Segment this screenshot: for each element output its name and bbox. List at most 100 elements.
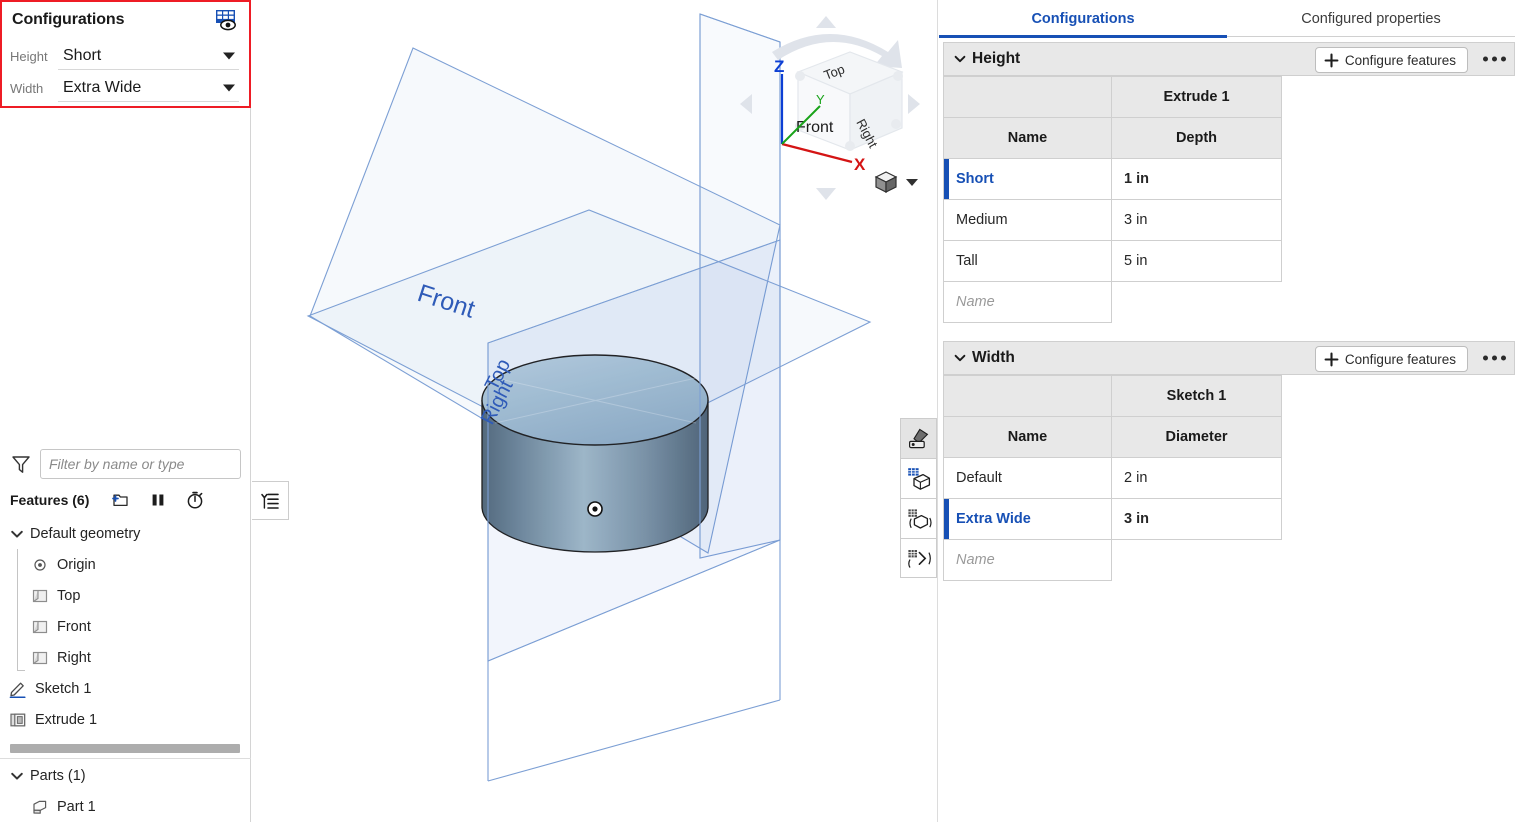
section-view-icon[interactable] bbox=[900, 458, 937, 498]
stopwatch-icon[interactable] bbox=[185, 490, 205, 510]
new-configuration-name-input[interactable]: Name bbox=[943, 539, 1112, 581]
svg-text:Y: Y bbox=[816, 92, 825, 107]
table-row[interactable]: Short 1 in bbox=[943, 158, 1282, 200]
table-column-value: Diameter bbox=[1111, 416, 1282, 458]
table-row[interactable]: Tall 5 in bbox=[943, 240, 1282, 282]
table-column-name: Name bbox=[943, 117, 1112, 159]
configuration-group-width: Width Configure features Sketch 1 Name D… bbox=[943, 341, 1515, 581]
features-toolbar bbox=[111, 490, 205, 510]
tree-item-extrude-1[interactable]: Extrude 1 bbox=[0, 704, 251, 735]
configuration-input-height[interactable]: Height Short bbox=[10, 40, 239, 72]
configuration-group-name: Height bbox=[972, 50, 1021, 67]
shaded-cube-icon bbox=[874, 171, 898, 193]
tree-item-right-plane[interactable]: Right bbox=[0, 642, 251, 673]
table-row[interactable]: Default 2 in bbox=[943, 457, 1282, 499]
new-configuration-value-cell bbox=[1112, 540, 1282, 581]
config-row-value[interactable]: 3 in bbox=[1111, 498, 1282, 540]
rollback-pause-icon[interactable] bbox=[148, 490, 168, 510]
config-row-name[interactable]: Default bbox=[943, 457, 1112, 499]
filter-funnel-icon[interactable] bbox=[10, 453, 32, 475]
collapse-tree-icon[interactable] bbox=[252, 481, 289, 520]
table-column-value: Depth bbox=[1111, 117, 1282, 159]
chevron-down-icon[interactable] bbox=[223, 84, 235, 91]
config-row-name[interactable]: Tall bbox=[943, 240, 1112, 282]
config-row-name[interactable]: Medium bbox=[943, 199, 1112, 241]
tree-item-label: Default geometry bbox=[30, 525, 141, 542]
plane-icon bbox=[30, 586, 50, 606]
sketch-pencil-icon bbox=[8, 679, 28, 699]
config-row-value[interactable]: 1 in bbox=[1111, 158, 1282, 200]
tree-item-label: Top bbox=[57, 587, 81, 604]
configuration-group-header[interactable]: Width Configure features bbox=[943, 341, 1515, 375]
tree-item-default-geometry[interactable]: Default geometry bbox=[0, 518, 251, 549]
tree-item-label: Extrude 1 bbox=[35, 711, 98, 728]
tree-item-sketch-1[interactable]: Sketch 1 bbox=[0, 673, 251, 704]
feature-tree-scrollbar[interactable] bbox=[10, 744, 240, 753]
tab-label: Configured properties bbox=[1301, 10, 1441, 27]
plus-icon bbox=[1324, 352, 1339, 366]
chevron-down-icon[interactable] bbox=[952, 350, 968, 366]
chevron-down-icon[interactable] bbox=[8, 525, 26, 543]
config-row-value[interactable]: 5 in bbox=[1111, 240, 1282, 282]
svg-text:Z: Z bbox=[774, 57, 784, 76]
tree-item-top-plane[interactable]: Top bbox=[0, 580, 251, 611]
configuration-input-width-label: Width bbox=[10, 80, 44, 96]
tree-item-origin[interactable]: Origin bbox=[0, 549, 251, 580]
configuration-width-dropdown[interactable]: Extra Wide bbox=[58, 74, 239, 102]
configuration-table-eye-icon[interactable] bbox=[213, 7, 239, 33]
chevron-down-icon[interactable] bbox=[223, 52, 235, 59]
configuration-height-dropdown[interactable]: Short bbox=[58, 42, 239, 70]
search-input[interactable] bbox=[40, 449, 241, 479]
parts-section-header[interactable]: Parts (1) bbox=[0, 760, 251, 791]
svg-text:X: X bbox=[854, 155, 866, 174]
list-item-label: Part 1 bbox=[57, 798, 96, 815]
more-options-icon[interactable] bbox=[1483, 56, 1506, 62]
configuration-width-value: Extra Wide bbox=[63, 78, 142, 96]
table-header-feature: Sketch 1 bbox=[1111, 375, 1282, 417]
config-row-value[interactable]: 2 in bbox=[1111, 457, 1282, 499]
viewport-toolbar bbox=[900, 418, 937, 578]
appearance-brush-icon[interactable] bbox=[900, 418, 937, 458]
configuration-group-name: Width bbox=[972, 349, 1015, 366]
new-configuration-value-cell bbox=[1112, 282, 1282, 323]
new-configuration-name-input[interactable]: Name bbox=[943, 281, 1112, 323]
explode-view-icon[interactable] bbox=[900, 498, 937, 538]
table-new-row[interactable]: Name bbox=[943, 281, 1282, 323]
configuration-group-header[interactable]: Height Configure features bbox=[943, 42, 1515, 76]
view-cube-faces bbox=[795, 51, 904, 151]
configuration-table-height: Extrude 1 Name Depth Short 1 in Medium 3… bbox=[943, 76, 1282, 323]
config-row-name[interactable]: Short bbox=[943, 158, 1112, 200]
table-row[interactable]: Medium 3 in bbox=[943, 199, 1282, 241]
configuration-height-value: Short bbox=[63, 46, 102, 64]
tree-item-label: Front bbox=[57, 618, 91, 635]
configure-features-button[interactable]: Configure features bbox=[1314, 47, 1468, 73]
display-mode-button[interactable] bbox=[870, 168, 924, 196]
table-header-feature: Extrude 1 bbox=[1111, 76, 1282, 118]
3d-viewport[interactable]: Front Top Right Top Front Right Z X Y bbox=[252, 0, 938, 822]
configuration-group-height: Height Configure features Extrude 1 Name… bbox=[943, 42, 1515, 323]
tree-item-label: Origin bbox=[57, 556, 96, 573]
tree-item-front-plane[interactable]: Front bbox=[0, 611, 251, 642]
parts-section-label: Parts (1) bbox=[30, 767, 86, 784]
add-folder-icon[interactable] bbox=[111, 490, 131, 510]
chevron-down-icon bbox=[906, 179, 918, 186]
tab-configurations[interactable]: Configurations bbox=[939, 0, 1227, 38]
chevron-down-icon[interactable] bbox=[8, 767, 26, 785]
tab-configured-properties[interactable]: Configured properties bbox=[1227, 0, 1515, 37]
config-row-name[interactable]: Extra Wide bbox=[943, 498, 1112, 540]
table-row[interactable]: Extra Wide 3 in bbox=[943, 498, 1282, 540]
table-new-row[interactable]: Name bbox=[943, 539, 1282, 581]
features-count-label: Features (6) bbox=[10, 492, 90, 508]
table-header-blank bbox=[943, 76, 1112, 118]
table-header-column-row: Name Depth bbox=[943, 117, 1282, 159]
more-options-icon[interactable] bbox=[1483, 355, 1506, 361]
configure-features-button[interactable]: Configure features bbox=[1314, 346, 1468, 372]
configuration-input-width[interactable]: Width Extra Wide bbox=[10, 72, 239, 104]
tree-item-label: Right bbox=[57, 649, 91, 666]
chevron-down-icon[interactable] bbox=[952, 51, 968, 67]
measure-icon[interactable] bbox=[900, 538, 937, 578]
list-item[interactable]: Part 1 bbox=[0, 791, 251, 822]
table-header-column-row: Name Diameter bbox=[943, 416, 1282, 458]
config-row-value[interactable]: 3 in bbox=[1111, 199, 1282, 241]
tab-label: Configurations bbox=[1031, 10, 1135, 27]
